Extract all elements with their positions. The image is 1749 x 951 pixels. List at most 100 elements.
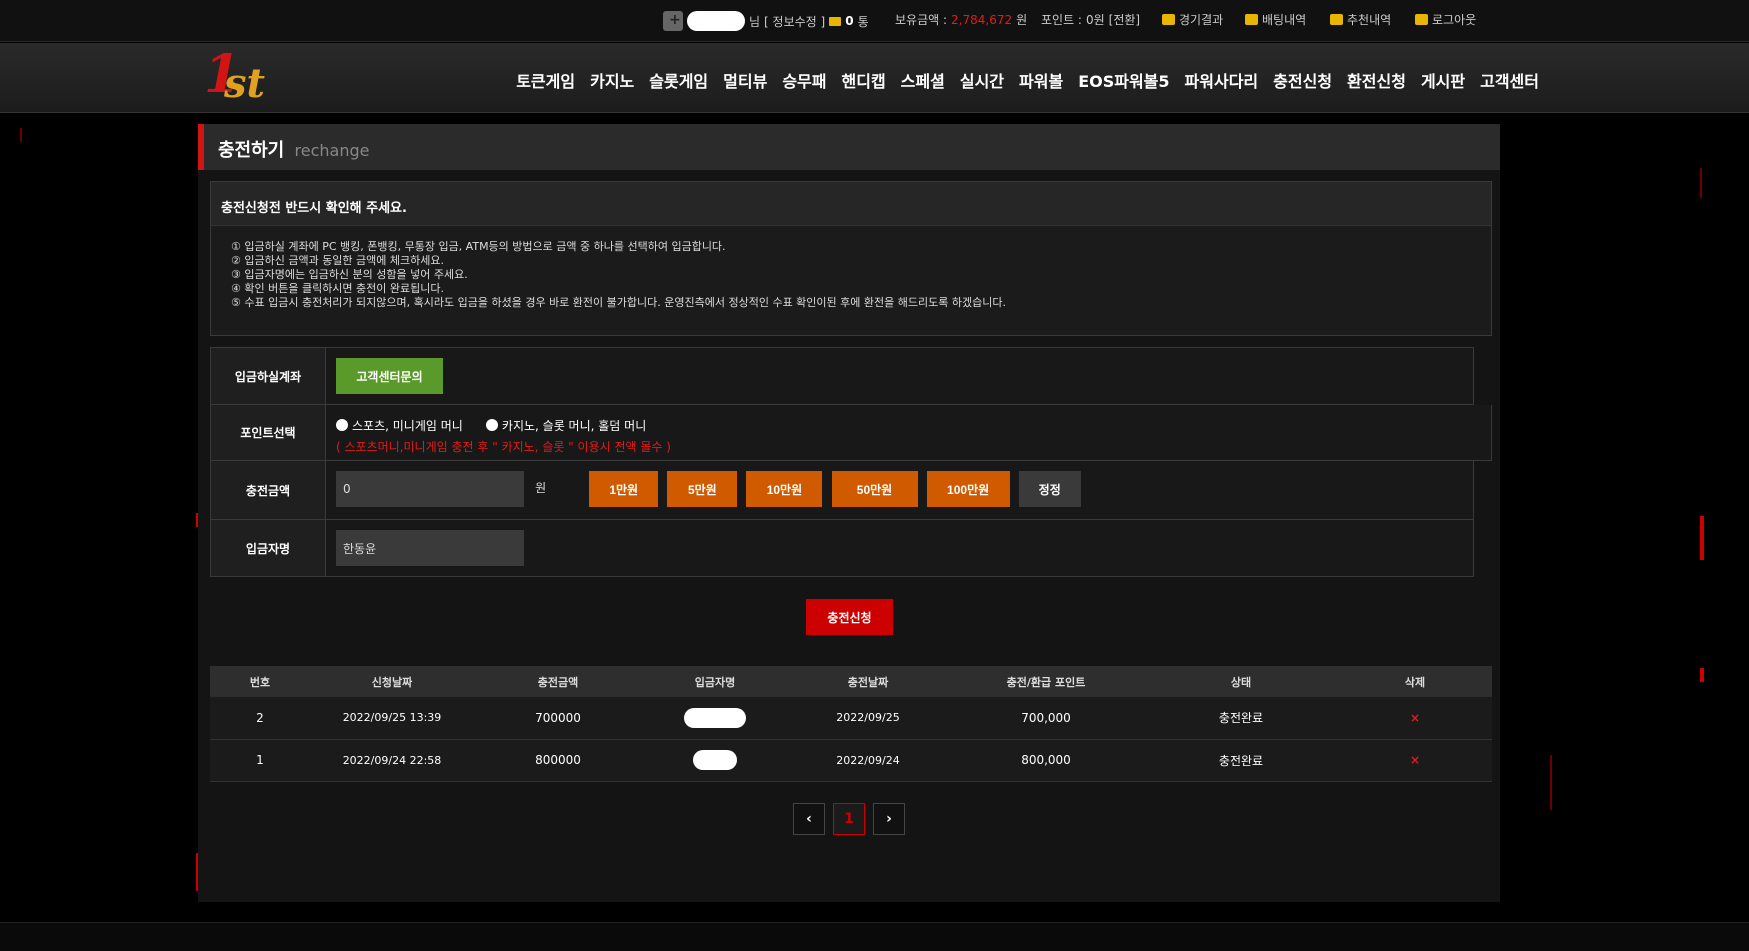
cell-request-date: 2022/09/24 22:58 xyxy=(310,739,474,782)
name-row: 입금자명 xyxy=(210,520,1474,577)
table-row: 1 2022/09/24 22:58 800000 2022/09/24 800… xyxy=(210,739,1492,782)
radio-casino-money[interactable]: 카지노, 슬롯 머니, 홀덤 머니 xyxy=(485,417,646,434)
amount-100k-button[interactable]: 10만원 xyxy=(746,471,823,507)
nav-deposit-request[interactable]: 충전신청 xyxy=(1273,68,1332,92)
point-value: 0원 xyxy=(1085,13,1105,27)
amount-row: 충전금액 원 1만원 5만원 10만원 50만원 100만원 정정 xyxy=(210,461,1474,520)
notice-heading: 충전신청전 반드시 확인해 주세요. xyxy=(211,182,1491,226)
bets-link[interactable]: 배팅내역 xyxy=(1245,11,1306,28)
nav-handicap[interactable]: 핸디캡 xyxy=(842,68,886,92)
site-logo[interactable]: 1 st xyxy=(200,44,280,110)
prev-page-button[interactable]: ‹ xyxy=(793,803,825,835)
amount-50k-button[interactable]: 5만원 xyxy=(667,471,738,507)
logo-suffix: st xyxy=(224,60,265,107)
notice-line: ② 입금하신 금액과 동일한 금액에 체크하세요. xyxy=(231,254,444,267)
depositor-name-label: 입금자명 xyxy=(211,520,326,576)
main-nav-bar: 1 st 토큰게임 카지노 슬롯게임 멀티뷰 승무패 핸디캡 스페셜 실시간 파… xyxy=(0,43,1749,113)
level-badge-icon xyxy=(663,11,683,31)
point-label: 포인트 : xyxy=(1041,13,1082,27)
point-row: 포인트선택 스포츠, 미니게임 머니 카지노, 슬롯 머니, 홀덤 머니 ( 스… xyxy=(210,405,1492,461)
nav-slot-game[interactable]: 슬롯게임 xyxy=(649,68,708,92)
message-count[interactable]: 0 xyxy=(845,14,853,28)
cell-points: 800,000 xyxy=(948,739,1144,782)
decorative-streak xyxy=(1550,755,1552,810)
cell-amount: 700000 xyxy=(474,697,642,740)
logout-link[interactable]: 로그아웃 xyxy=(1415,11,1476,28)
page-number-current[interactable]: 1 xyxy=(833,803,865,835)
balance-value: 2,784,672 xyxy=(951,12,1013,27)
logout-icon xyxy=(1415,14,1428,25)
cell-charge-date: 2022/09/25 xyxy=(788,697,948,740)
cell-status: 충전완료 xyxy=(1144,739,1338,782)
cell-depositor xyxy=(642,739,788,782)
user-info: 님 [ 정보수정 ] 0 통 xyxy=(663,11,869,31)
account-label: 입금하실계좌 xyxy=(211,348,326,404)
referrals-link[interactable]: 추천내역 xyxy=(1330,11,1391,28)
nav-power-ladder[interactable]: 파워사다리 xyxy=(1185,68,1259,92)
profile-edit-link[interactable]: [ 정보수정 ] xyxy=(764,13,825,30)
balance-unit: 원 xyxy=(1016,13,1028,27)
nav-live[interactable]: 실시간 xyxy=(960,68,1004,92)
page-title-text: 충전하기 xyxy=(218,140,285,161)
message-icon xyxy=(829,16,842,26)
contact-support-button[interactable]: 고객센터문의 xyxy=(336,358,443,394)
col-header-amount: 충전금액 xyxy=(474,666,642,697)
page-subtitle: rechange xyxy=(294,141,370,160)
radio-circle-icon xyxy=(485,419,498,431)
decorative-streak xyxy=(1700,668,1704,682)
amount-1m-button[interactable]: 100만원 xyxy=(926,471,1010,507)
decorative-streak xyxy=(1700,516,1704,560)
nav-board[interactable]: 게시판 xyxy=(1421,68,1465,92)
results-link[interactable]: 경기결과 xyxy=(1162,11,1223,28)
notice-line: ⑤ 수표 입금시 충전처리가 되지않으며, 혹시라도 입금을 하셨을 경우 바로… xyxy=(231,296,1006,309)
nav-special[interactable]: 스페셜 xyxy=(901,68,945,92)
user-suffix: 님 xyxy=(749,14,761,29)
next-page-button[interactable]: › xyxy=(873,803,905,835)
notice-line: ① 입금하실 계좌에 PC 뱅킹, 폰뱅킹, 무통장 입금, ATM등의 방법으… xyxy=(231,240,726,253)
nav-withdraw-request[interactable]: 환전신청 xyxy=(1347,68,1406,92)
deposit-history-table: 번호 신청날짜 충전금액 입금자명 충전날짜 충전/환급 포인트 상태 삭제 2… xyxy=(210,666,1492,782)
delete-icon[interactable]: × xyxy=(1410,711,1420,725)
submit-deposit-button[interactable]: 충전신청 xyxy=(806,599,893,635)
cell-depositor xyxy=(642,697,788,740)
points: 포인트 : 0원 [전환] xyxy=(1041,11,1140,28)
amount-label: 충전금액 xyxy=(211,461,326,519)
nav-token-game[interactable]: 토큰게임 xyxy=(516,68,575,92)
depositor-redacted xyxy=(684,707,746,728)
nav-customer-center[interactable]: 고객센터 xyxy=(1480,68,1539,92)
username-redacted xyxy=(687,11,745,31)
cell-request-date: 2022/09/25 13:39 xyxy=(310,697,474,740)
depositor-redacted xyxy=(693,750,737,770)
cell-number: 1 xyxy=(210,739,310,782)
col-header-points: 충전/환급 포인트 xyxy=(948,666,1144,697)
balance: 보유금액 : 2,784,672 원 xyxy=(895,11,1027,28)
amount-input[interactable] xyxy=(336,471,524,507)
point-select-value: 스포츠, 미니게임 머니 카지노, 슬롯 머니, 홀덤 머니 ( 스포츠머니,미… xyxy=(326,405,1491,460)
nav-multiview[interactable]: 멀티뷰 xyxy=(723,68,767,92)
nav-win-draw-lose[interactable]: 승무패 xyxy=(782,68,826,92)
radio-sports-money[interactable]: 스포츠, 미니게임 머니 xyxy=(336,417,463,434)
bets-label: 배팅내역 xyxy=(1262,13,1307,27)
logout-label: 로그아웃 xyxy=(1432,13,1477,27)
balance-label: 보유금액 : xyxy=(895,13,948,27)
message-unit: 통 xyxy=(857,14,869,29)
depositor-name-value xyxy=(326,520,1473,576)
amount-10k-button[interactable]: 1만원 xyxy=(589,471,659,507)
table-header-row: 번호 신청날짜 충전금액 입금자명 충전날짜 충전/환급 포인트 상태 삭제 xyxy=(210,666,1492,697)
main-menu: 토큰게임 카지노 슬롯게임 멀티뷰 승무패 핸디캡 스페셜 실시간 파워볼 EO… xyxy=(516,68,1539,92)
reset-amount-button[interactable]: 정정 xyxy=(1018,471,1081,507)
top-bar: 님 [ 정보수정 ] 0 통 보유금액 : 2,784,672 원 포인트 : … xyxy=(0,0,1749,42)
depositor-name-input[interactable] xyxy=(336,530,524,566)
nav-powerball[interactable]: 파워볼 xyxy=(1019,68,1063,92)
radio-circle-icon xyxy=(336,419,348,431)
page-title: 충전하기 rechange xyxy=(218,136,369,162)
point-warning: ( 스포츠머니,미니게임 충전 후 " 카지노, 슬롯 " 이용시 전액 몰수 … xyxy=(336,440,671,454)
point-convert-link[interactable]: [전환] xyxy=(1109,11,1140,28)
delete-icon[interactable]: × xyxy=(1410,753,1420,767)
cell-number: 2 xyxy=(210,697,310,740)
nav-eos-powerball[interactable]: EOS파워볼5 xyxy=(1078,68,1169,92)
account-row: 입금하실계좌 고객센터문의 xyxy=(210,347,1474,405)
amount-500k-button[interactable]: 50만원 xyxy=(831,471,918,507)
nav-casino[interactable]: 카지노 xyxy=(590,68,634,92)
decorative-streak xyxy=(1700,168,1702,198)
